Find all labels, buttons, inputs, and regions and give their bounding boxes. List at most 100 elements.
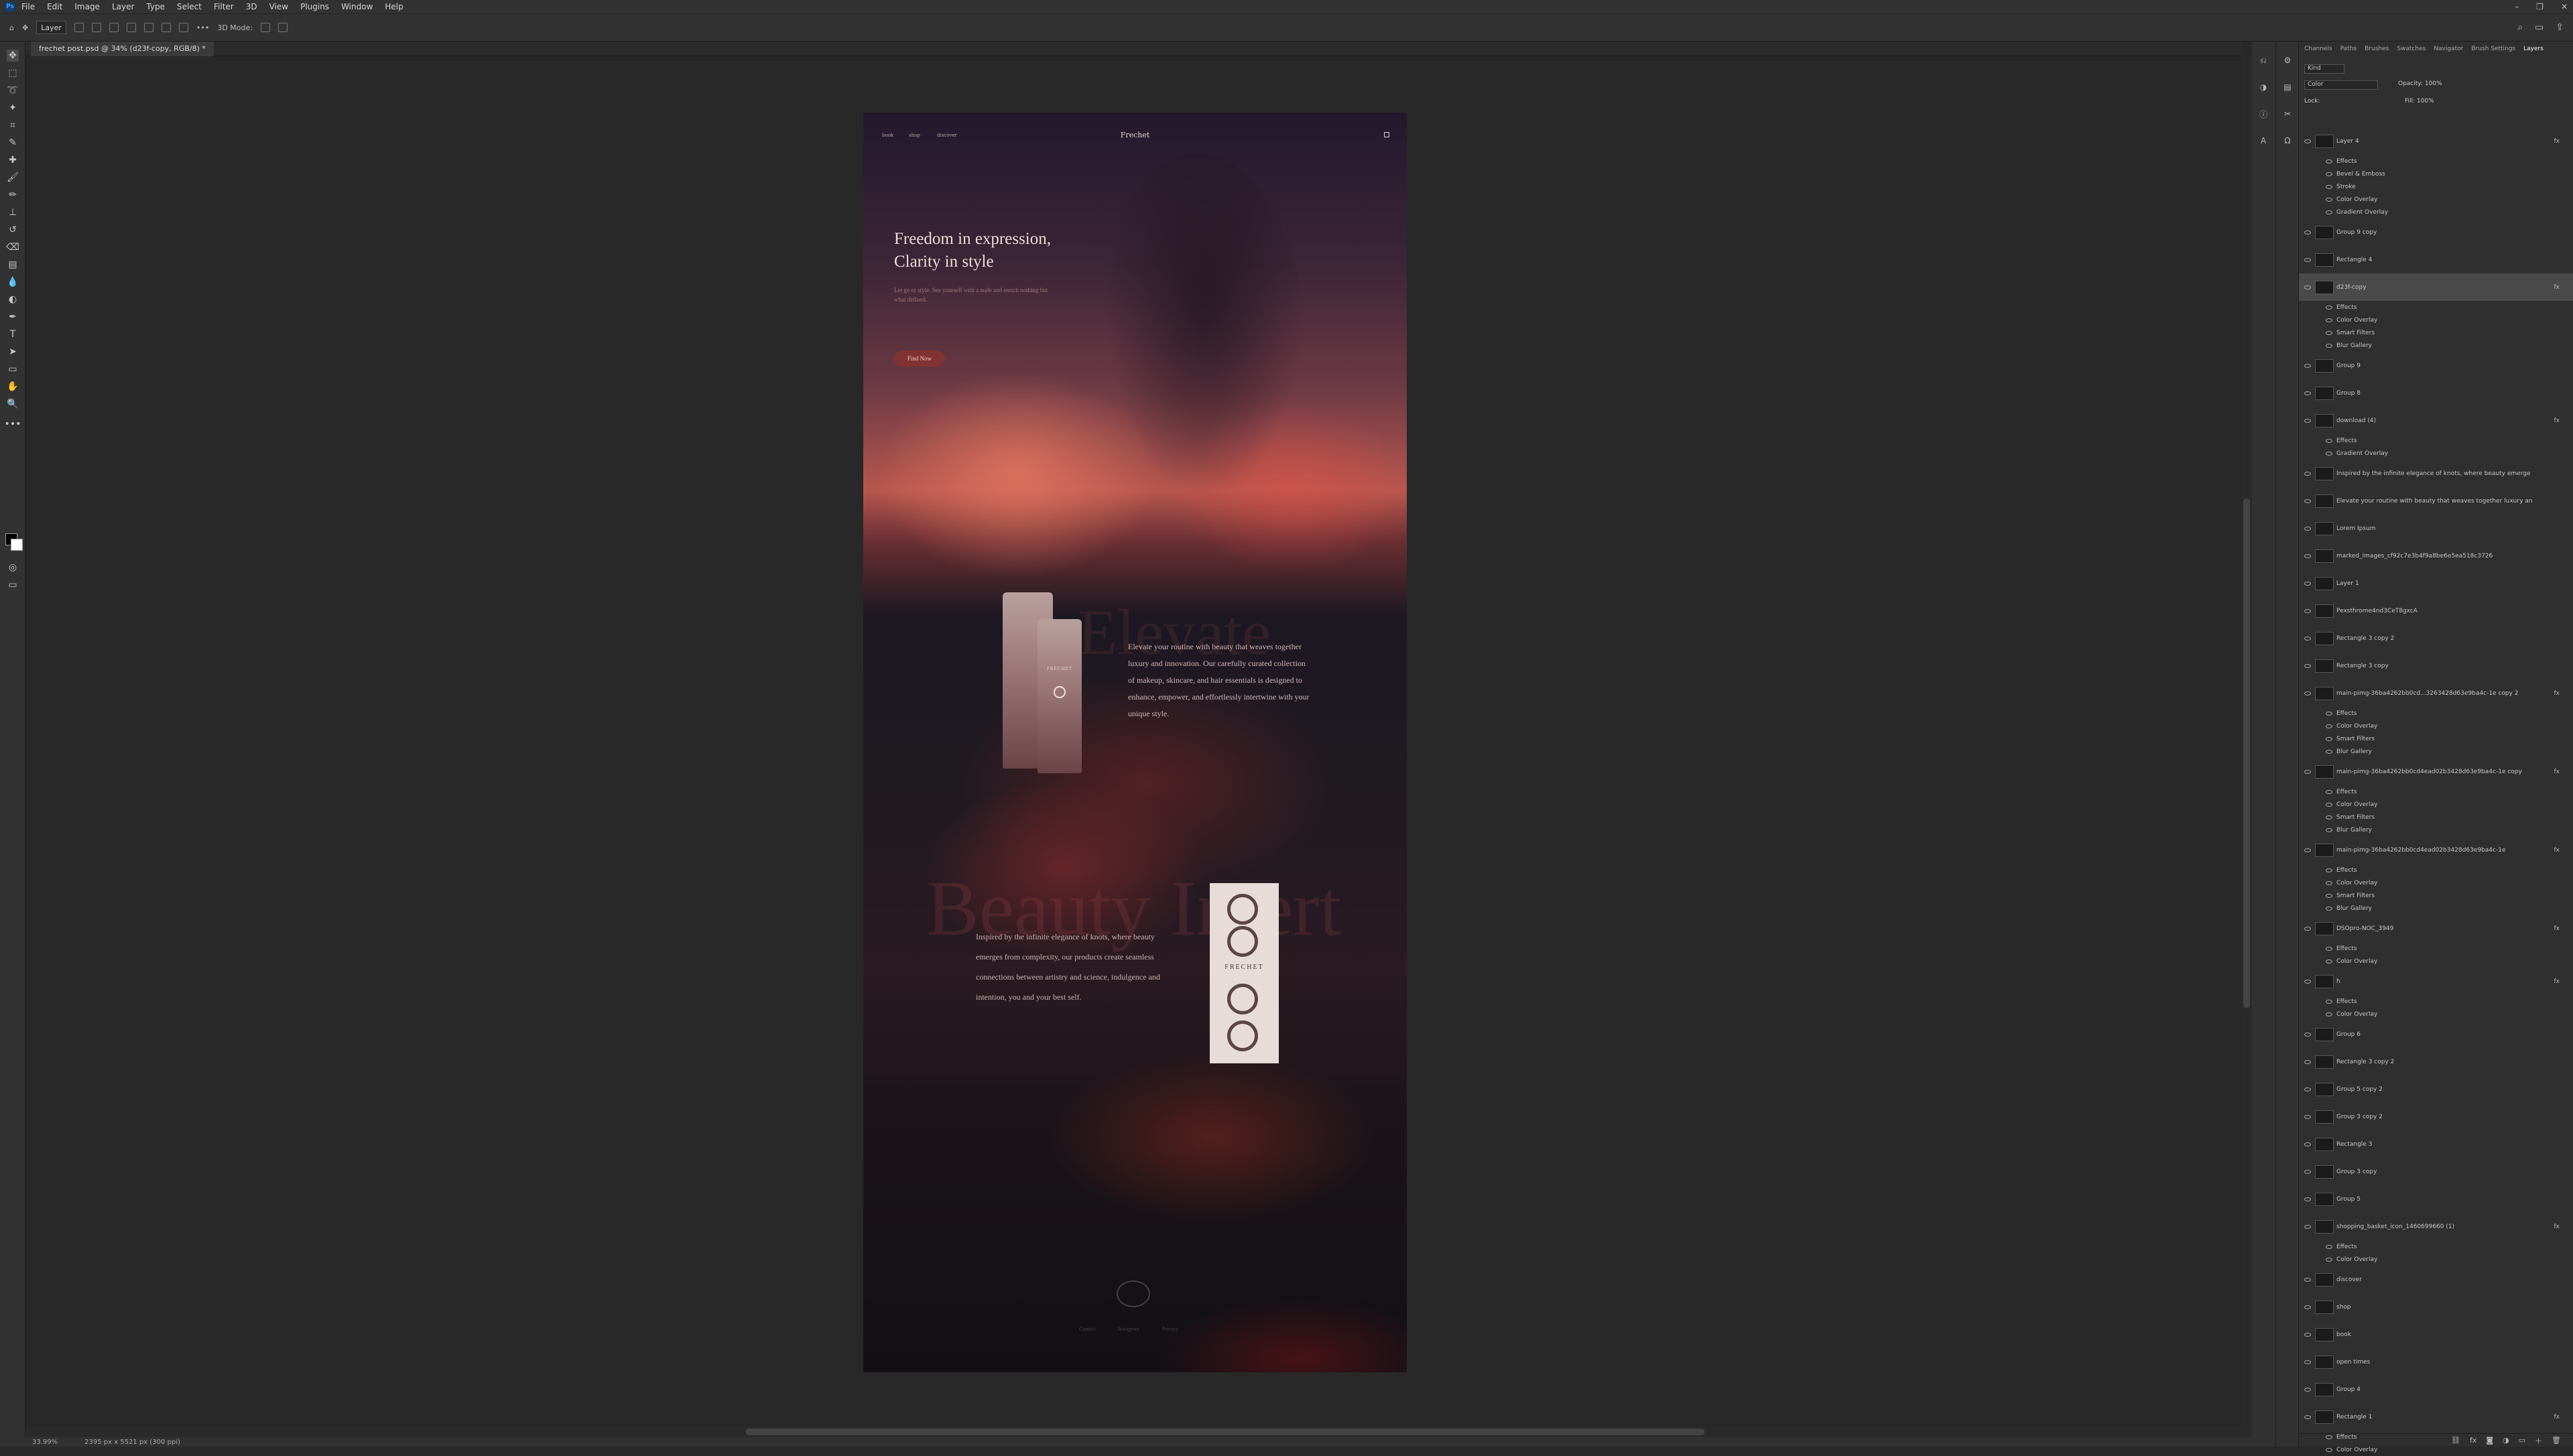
layer-row[interactable]: Group 9 <box>2299 352 2573 379</box>
visibility-eye-icon[interactable] <box>2326 893 2332 898</box>
delete-layer-icon[interactable]: 🗑 <box>2552 1436 2561 1445</box>
visibility-eye-icon[interactable] <box>2304 663 2311 668</box>
layer-fx-badge[interactable]: fx <box>2554 1414 2560 1420</box>
document-canvas[interactable]: book shop discover Frechet Freedom in ex… <box>863 113 1407 1372</box>
visibility-eye-icon[interactable] <box>2326 305 2332 310</box>
visibility-eye-icon[interactable] <box>2304 230 2311 235</box>
align-middle-icon[interactable] <box>178 23 188 32</box>
clone-stamp-icon[interactable]: ⊥ <box>7 206 19 218</box>
layer-effect-row[interactable]: Blur Gallery <box>2299 745 2573 758</box>
edit-toolbar-icon[interactable]: ••• <box>5 418 21 430</box>
layer-effect-row[interactable]: Color Overlay <box>2299 314 2573 326</box>
auto-select-dropdown[interactable]: Layer <box>36 21 66 34</box>
quick-mask-icon[interactable]: ◎ <box>7 561 19 574</box>
visibility-eye-icon[interactable] <box>2304 526 2311 531</box>
layer-row[interactable]: Inspired by the infinite elegance of kno… <box>2299 460 2573 487</box>
new-layer-icon[interactable]: ＋ <box>2535 1435 2542 1446</box>
vertical-scroll-thumb[interactable] <box>2243 499 2250 1008</box>
layer-effect-row[interactable]: Color Overlay <box>2299 798 2573 811</box>
layer-effect-row[interactable]: Blur Gallery <box>2299 823 2573 836</box>
visibility-eye-icon[interactable] <box>2326 815 2332 819</box>
visibility-eye-icon[interactable] <box>2326 172 2332 176</box>
layer-fx-badge[interactable]: fx <box>2554 690 2560 697</box>
layer-row[interactable]: DSOpro-NOC_3949 fx <box>2299 915 2573 942</box>
layer-row[interactable]: Group 9 copy <box>2299 218 2573 246</box>
visibility-eye-icon[interactable] <box>2304 979 2311 984</box>
visibility-eye-icon[interactable] <box>2304 1224 2311 1229</box>
visibility-eye-icon[interactable] <box>2304 581 2311 586</box>
visibility-eye-icon[interactable] <box>2326 711 2332 716</box>
adjustment-layer-icon[interactable]: ◑ <box>2503 1436 2509 1445</box>
tools-icon[interactable]: ✂ <box>2282 109 2293 119</box>
visibility-eye-icon[interactable] <box>2304 769 2311 774</box>
layer-row[interactable]: Rectangle 3 copy 2 <box>2299 1048 2573 1075</box>
menu-plugins[interactable]: Plugins <box>300 2 329 11</box>
menu-3d[interactable]: 3D <box>246 2 257 11</box>
character-icon[interactable]: A <box>2258 135 2269 146</box>
layer-row[interactable]: open times <box>2299 1348 2573 1376</box>
visibility-eye-icon[interactable] <box>2326 343 2332 348</box>
eyedropper-icon[interactable]: ✎ <box>7 137 19 149</box>
visibility-eye-icon[interactable] <box>2326 736 2332 741</box>
panel-tab[interactable]: Navigator <box>2434 46 2463 58</box>
menu-edit[interactable]: Edit <box>47 2 62 11</box>
pen-tool-icon[interactable]: ✒ <box>7 311 19 323</box>
gradient-tool-icon[interactable]: ▤ <box>7 259 19 271</box>
history-brush-icon[interactable]: ↺ <box>7 224 19 236</box>
layer-row[interactable]: Group 8 <box>2299 379 2573 407</box>
horizontal-scroll-thumb[interactable] <box>746 1429 1704 1435</box>
transform-controls-icon[interactable] <box>74 23 84 32</box>
lasso-tool-icon[interactable]: ➰ <box>7 84 19 96</box>
layer-effect-row[interactable]: Effects <box>2299 785 2573 798</box>
dodge-tool-icon[interactable]: ◐ <box>7 293 19 306</box>
new-group-icon[interactable]: ▭ <box>2519 1436 2525 1445</box>
layer-effect-row[interactable]: Smart Filters <box>2299 732 2573 745</box>
visibility-eye-icon[interactable] <box>2326 1244 2332 1249</box>
visibility-eye-icon[interactable] <box>2304 418 2311 423</box>
layer-effect-row[interactable]: Stroke <box>2299 180 2573 193</box>
visibility-eye-icon[interactable] <box>2304 1142 2311 1146</box>
layer-row[interactable]: Layer 1 <box>2299 570 2573 597</box>
rectangle-tool-icon[interactable]: ▭ <box>7 363 19 375</box>
panel-tab[interactable]: Paths <box>2340 46 2357 58</box>
menu-image[interactable]: Image <box>74 2 100 11</box>
visibility-eye-icon[interactable] <box>2326 1447 2332 1452</box>
visibility-eye-icon[interactable] <box>2304 139 2311 143</box>
layer-effect-row[interactable]: Effects <box>2299 434 2573 447</box>
layer-fx-badge[interactable]: fx <box>2554 284 2560 291</box>
zoom-tool-icon[interactable]: 🔍 <box>7 398 19 410</box>
visibility-eye-icon[interactable] <box>2304 1387 2311 1392</box>
layer-effect-row[interactable]: Smart Filters <box>2299 811 2573 823</box>
visibility-eye-icon[interactable] <box>2304 1087 2311 1091</box>
layer-row[interactable]: Group 4 <box>2299 1376 2573 1403</box>
layer-effect-row[interactable]: Effects <box>2299 155 2573 168</box>
layer-fx-badge[interactable]: fx <box>2554 769 2560 775</box>
layer-fx-badge[interactable]: fx <box>2554 847 2560 854</box>
visibility-eye-icon[interactable] <box>2326 789 2332 794</box>
visibility-eye-icon[interactable] <box>2326 749 2332 754</box>
link-layers-icon[interactable]: ⛓ <box>2451 1436 2460 1445</box>
layer-effect-row[interactable]: Effects <box>2299 1240 2573 1253</box>
layer-row[interactable]: Group 3 copy <box>2299 1158 2573 1185</box>
visibility-eye-icon[interactable] <box>2304 848 2311 852</box>
visibility-eye-icon[interactable] <box>2304 926 2311 931</box>
glyphs-icon[interactable]: Ω <box>2282 135 2293 146</box>
align-center-icon[interactable] <box>109 23 119 32</box>
panel-tab[interactable]: Swatches <box>2397 46 2426 58</box>
visibility-eye-icon[interactable] <box>2326 210 2332 214</box>
layer-row[interactable]: main-pimg-36ba4262bb0cd4ead02b3428d63e9b… <box>2299 758 2573 785</box>
search-icon[interactable]: ⌕ <box>2517 22 2523 33</box>
layer-row[interactable]: Group 5 copy 2 <box>2299 1075 2573 1103</box>
menu-view[interactable]: View <box>269 2 288 11</box>
visibility-eye-icon[interactable] <box>2304 391 2311 395</box>
layer-fx-badge[interactable]: fx <box>2554 978 2560 985</box>
visibility-eye-icon[interactable] <box>2304 1332 2311 1337</box>
layer-row[interactable]: Rectangle 3 <box>2299 1130 2573 1158</box>
more-options-button[interactable]: ••• <box>196 23 209 32</box>
fill-field[interactable]: Fill: 100% <box>2405 98 2434 105</box>
layer-effect-row[interactable]: Smart Filters <box>2299 326 2573 339</box>
menu-help[interactable]: Help <box>385 2 403 11</box>
layer-row[interactable]: Rectangle 1 fx <box>2299 1403 2573 1431</box>
visibility-eye-icon[interactable] <box>2304 1360 2311 1364</box>
layer-effect-row[interactable]: Effects <box>2299 942 2573 955</box>
